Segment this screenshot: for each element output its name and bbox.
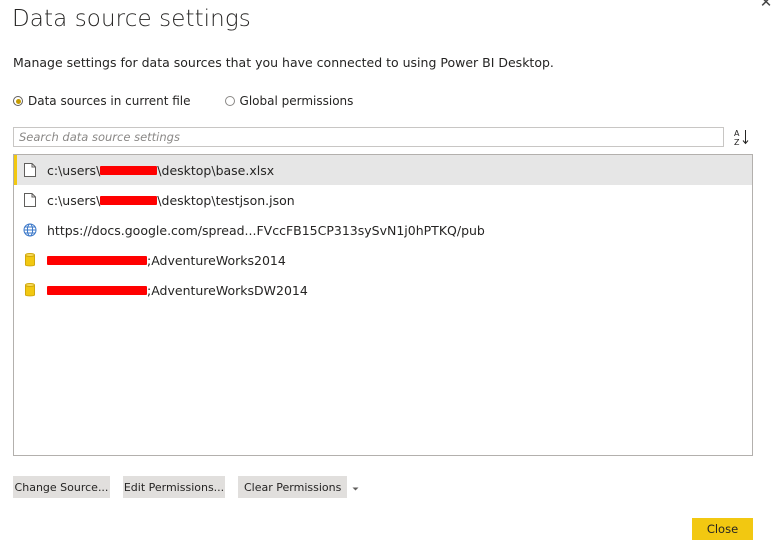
redaction-mark — [47, 285, 147, 295]
redaction-mark — [100, 195, 158, 205]
search-input[interactable] — [13, 127, 724, 147]
clear-permissions-button[interactable]: Clear Permissions — [238, 476, 359, 498]
data-source-settings-dialog: ✕ Data source settings Manage settings f… — [0, 0, 774, 554]
list-item[interactable]: c:\users\ \desktop\base.xlsx — [14, 155, 752, 185]
dialog-title: Data source settings — [12, 6, 251, 32]
redaction-mark — [47, 255, 147, 265]
list-item[interactable]: c:\users\ \desktop\testjson.json — [14, 185, 752, 215]
database-icon — [22, 252, 38, 268]
scope-radio-group: Data sources in current file Global perm… — [13, 93, 387, 109]
radio-label: Data sources in current file — [28, 94, 191, 108]
list-item[interactable]: ;AdventureWorks2014 — [14, 245, 752, 275]
source-path-suffix: \desktop\base.xlsx — [157, 162, 275, 178]
source-database: ;AdventureWorksDW2014 — [147, 282, 308, 298]
close-button[interactable]: Close — [692, 518, 753, 540]
radio-unchecked-icon — [224, 96, 235, 106]
radio-global-permissions[interactable]: Global permissions — [224, 94, 354, 108]
svg-text:Z: Z — [734, 138, 740, 146]
chevron-down-icon — [352, 481, 359, 494]
radio-label: Global permissions — [239, 94, 354, 108]
source-url: https://docs.google.com/spread...FVccFB1… — [47, 222, 485, 238]
dialog-subtitle: Manage settings for data sources that yo… — [13, 55, 554, 70]
globe-icon — [22, 222, 38, 238]
sort-az-icon[interactable]: A Z — [731, 126, 753, 148]
source-database: ;AdventureWorks2014 — [147, 252, 286, 268]
redaction-mark — [100, 165, 158, 175]
radio-checked-icon — [13, 96, 23, 106]
clear-permissions-label: Clear Permissions — [244, 480, 342, 494]
svg-text:A: A — [734, 129, 740, 138]
close-icon[interactable]: ✕ — [758, 0, 774, 10]
data-source-list: c:\users\ \desktop\base.xlsx c:\users\ \de… — [13, 154, 753, 456]
edit-permissions-button[interactable]: Edit Permissions... — [123, 476, 225, 498]
list-item[interactable]: https://docs.google.com/spread...FVccFB1… — [14, 215, 752, 245]
file-icon — [22, 162, 38, 178]
radio-current-file[interactable]: Data sources in current file — [13, 94, 191, 108]
change-source-button[interactable]: Change Source... — [13, 476, 110, 498]
file-icon — [22, 192, 38, 208]
list-item[interactable]: ;AdventureWorksDW2014 — [14, 275, 752, 305]
source-path-prefix: c:\users\ — [47, 162, 101, 178]
source-path-suffix: \desktop\testjson.json — [157, 192, 295, 208]
database-icon — [22, 282, 38, 298]
source-path-prefix: c:\users\ — [47, 192, 101, 208]
